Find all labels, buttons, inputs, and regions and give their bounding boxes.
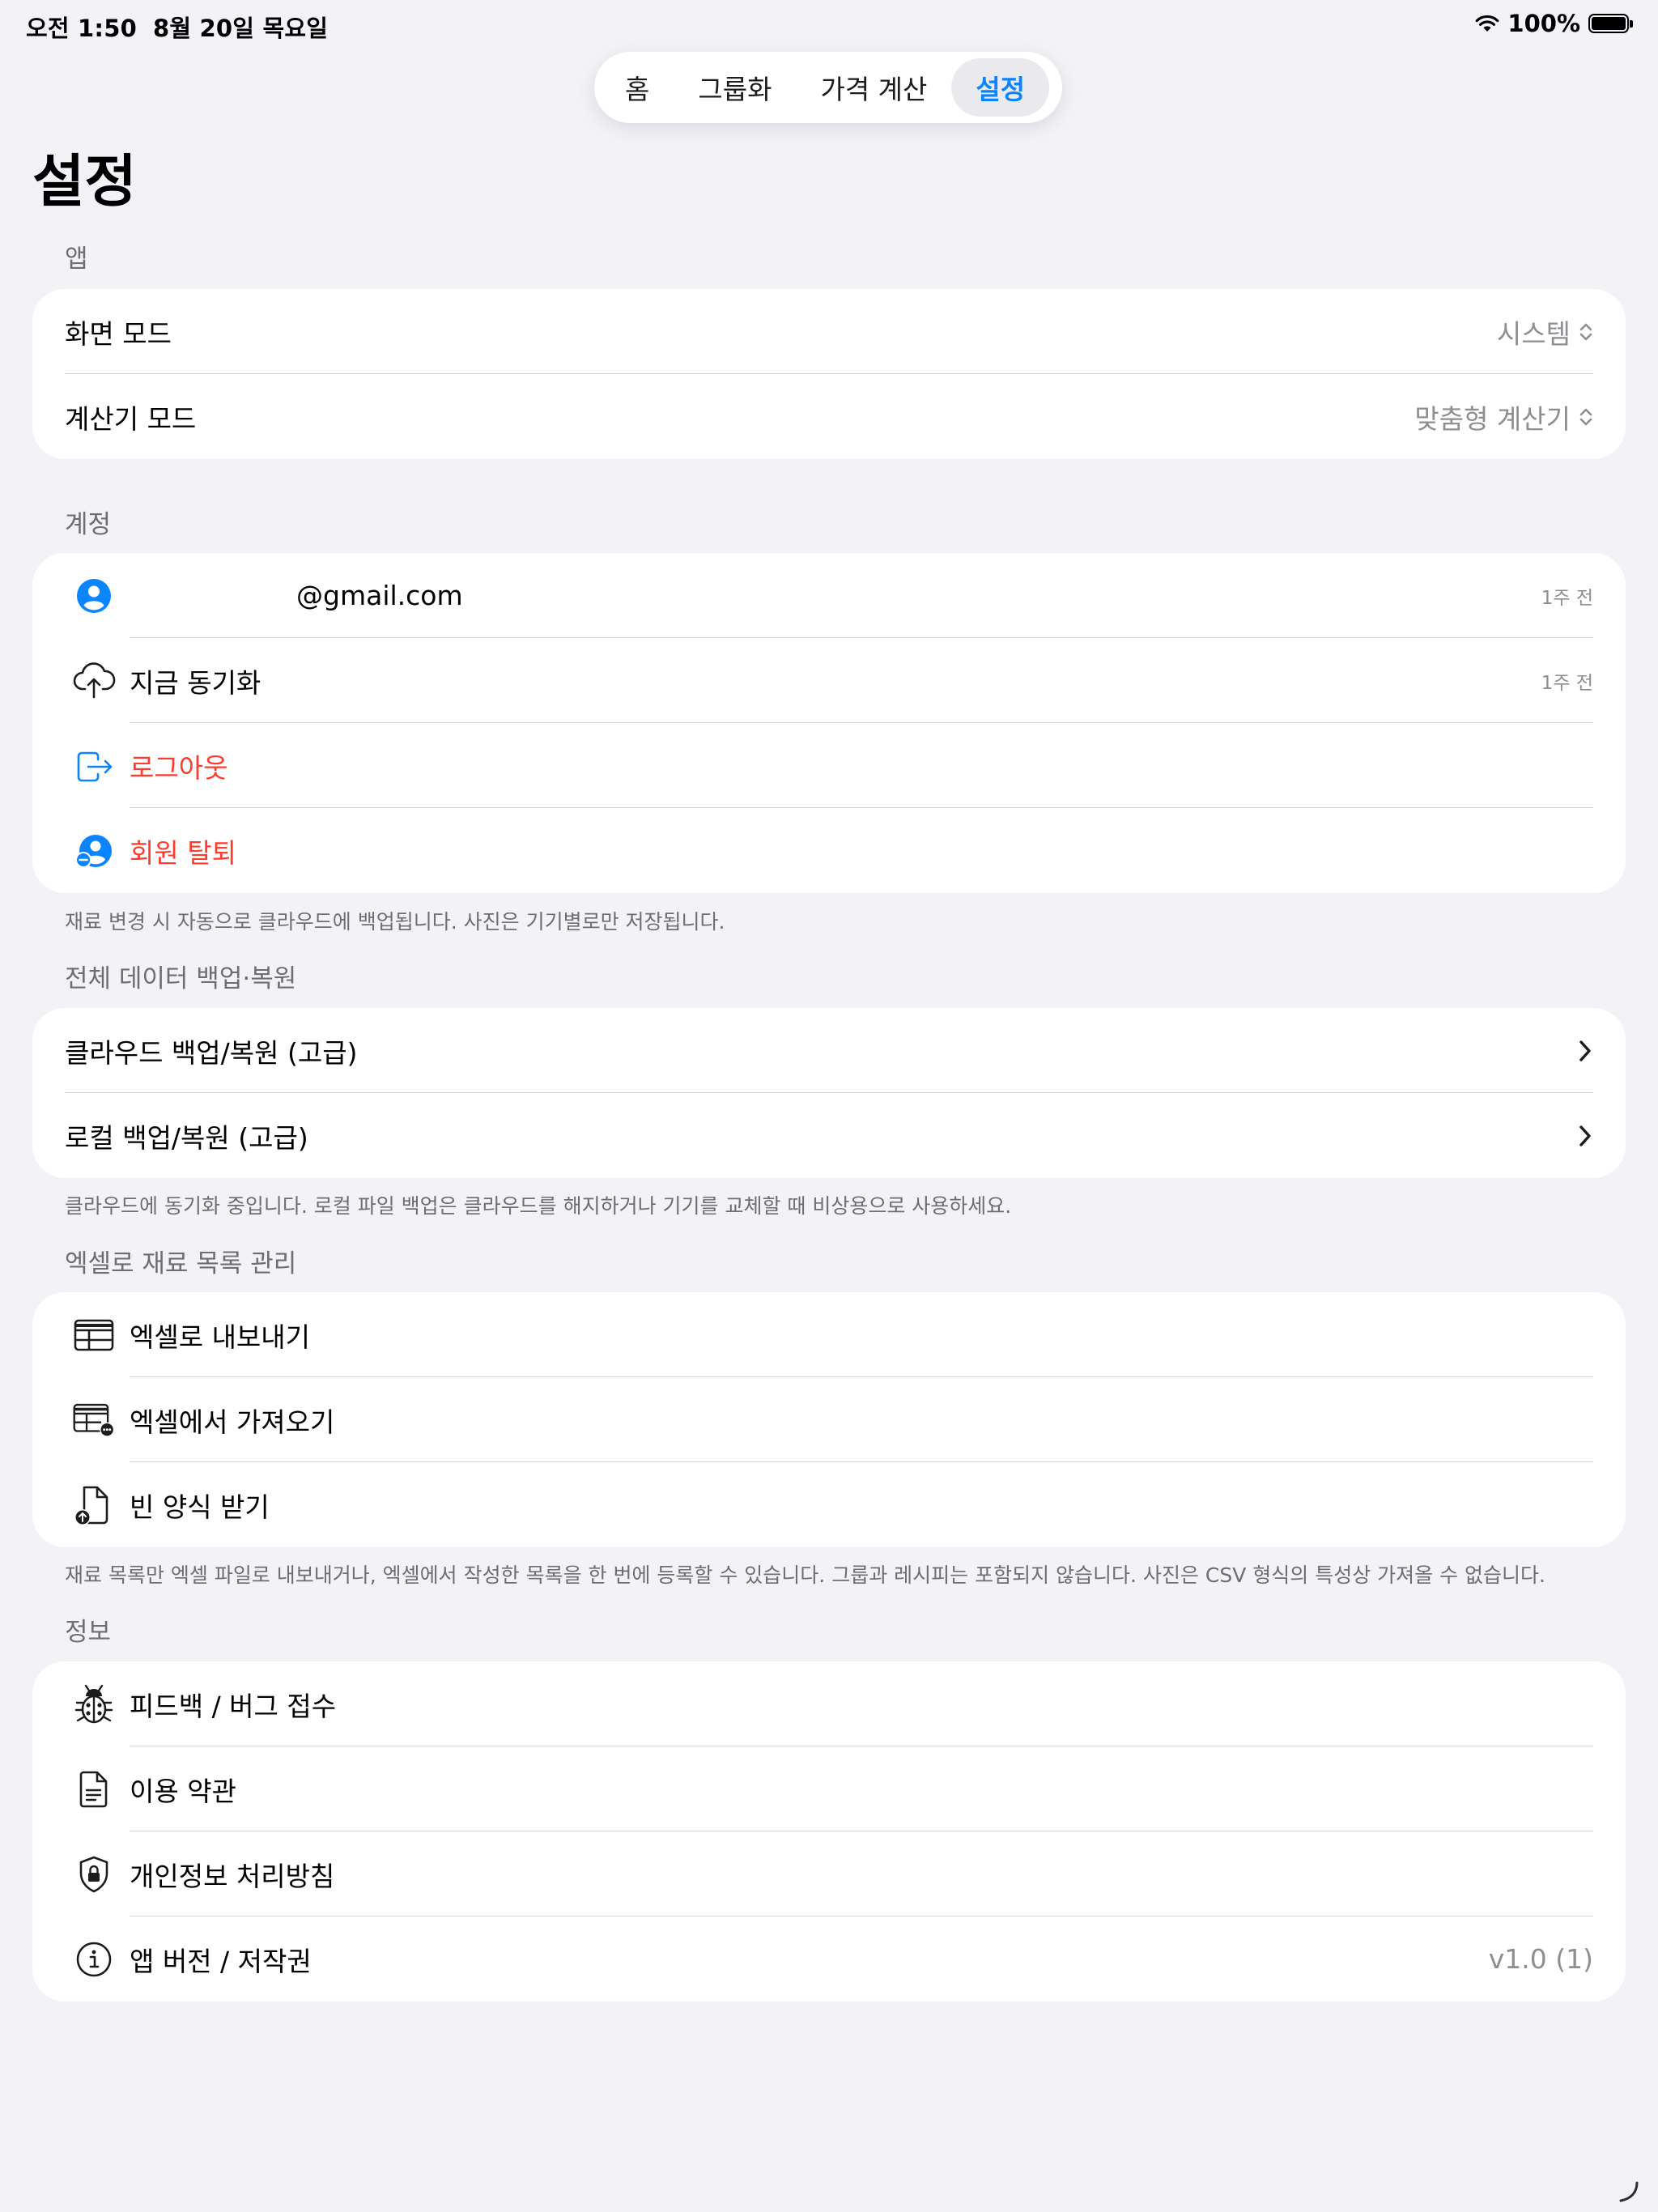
display-mode-value: 시스템 xyxy=(1496,317,1571,350)
sync-now-label: 지금 동기화 xyxy=(130,666,261,699)
table-import-icon xyxy=(72,1398,116,1442)
cloud-backup-label: 클라우드 백업/복원 (고급) xyxy=(65,1036,358,1069)
display-mode-picker[interactable]: 시스템 xyxy=(1497,313,1593,351)
document-icon xyxy=(72,1767,116,1811)
calculator-mode-picker[interactable]: 맞춤형 계산기 xyxy=(1414,398,1593,436)
blank-template-row[interactable]: 빈 양식 받기 xyxy=(32,1462,1626,1547)
status-time: 오전 1:50 xyxy=(26,15,137,42)
lock-shield-icon xyxy=(72,1853,116,1896)
delete-account-row[interactable]: 회원 탈퇴 xyxy=(32,808,1626,893)
app-settings-card: 화면 모드 시스템 계산기 모드 맞춤형 계산기 xyxy=(32,289,1626,459)
import-excel-label: 엑셀에서 가져오기 xyxy=(130,1406,335,1438)
resize-handle-icon[interactable] xyxy=(1616,2180,1640,2204)
account-footer-note: 재료 변경 시 자동으로 클라우드에 백업됩니다. 사진은 기기별로만 저장됩니… xyxy=(65,910,725,934)
page-title: 설정 xyxy=(32,148,137,215)
app-version-value: v1.0 (1) xyxy=(1488,1943,1593,1975)
account-email-row[interactable]: @gmail.com 1주 전 xyxy=(32,553,1626,638)
calculator-mode-value: 맞춤형 계산기 xyxy=(1414,402,1571,435)
export-excel-label: 엑셀로 내보내기 xyxy=(130,1321,311,1353)
section-header-app: 앱 xyxy=(65,245,88,274)
chevron-right-icon xyxy=(1579,1125,1591,1146)
import-excel-row[interactable]: 엑셀에서 가져오기 xyxy=(32,1377,1626,1462)
local-backup-row[interactable]: 로컬 백업/복원 (고급) xyxy=(32,1093,1626,1178)
tab-home[interactable]: 홈 xyxy=(601,58,674,117)
tab-price-calc[interactable]: 가격 계산 xyxy=(796,58,951,117)
section-header-info: 정보 xyxy=(65,1618,112,1647)
excel-footer-note: 재료 목록만 엑셀 파일로 내보내거나, 엑셀에서 작성한 목록을 한 번에 등… xyxy=(65,1563,1545,1587)
chevron-right-icon xyxy=(1579,1040,1591,1061)
backup-footer-note: 클라우드에 동기화 중입니다. 로컬 파일 백업은 클라우드를 해지하거나 기기… xyxy=(65,1194,1012,1218)
delete-account-label: 회원 탈퇴 xyxy=(130,836,236,869)
calculator-mode-row[interactable]: 계산기 모드 맞춤형 계산기 xyxy=(32,374,1626,459)
display-mode-label: 화면 모드 xyxy=(65,317,172,350)
top-tab-bar: 홈 그룹화 가격 계산 설정 xyxy=(594,52,1062,123)
status-datetime: 오전 1:50 8월 20일 목요일 xyxy=(26,10,344,44)
logout-label: 로그아웃 xyxy=(130,751,228,784)
section-header-backup: 전체 데이터 백업·복원 xyxy=(65,964,297,993)
battery-percent: 100% xyxy=(1507,10,1580,37)
delete-account-icon xyxy=(72,829,116,873)
battery-icon xyxy=(1588,14,1633,33)
account-email: @gmail.com xyxy=(296,580,463,611)
table-icon xyxy=(72,1313,116,1357)
up-down-chevron-icon xyxy=(1579,408,1592,425)
sync-now-row[interactable]: 지금 동기화 1주 전 xyxy=(32,638,1626,723)
export-excel-row[interactable]: 엑셀로 내보내기 xyxy=(32,1292,1626,1377)
ladybug-icon xyxy=(72,1682,116,1726)
local-backup-label: 로컬 백업/복원 (고급) xyxy=(65,1121,308,1154)
status-date: 8월 20일 목요일 xyxy=(153,15,329,42)
blank-template-icon xyxy=(72,1483,116,1527)
tab-grouping[interactable]: 그룹화 xyxy=(674,58,796,117)
person-circle-icon xyxy=(72,574,116,618)
app-version-label: 앱 버전 / 저작권 xyxy=(130,1945,312,1977)
tab-settings[interactable]: 설정 xyxy=(951,58,1050,117)
app-version-row[interactable]: 앱 버전 / 저작권 v1.0 (1) xyxy=(32,1916,1626,2001)
account-card: @gmail.com 1주 전 지금 동기화 1주 전 로그아웃 회원 탈퇴 xyxy=(32,553,1626,893)
cloud-backup-row[interactable]: 클라우드 백업/복원 (고급) xyxy=(32,1008,1626,1093)
section-header-excel: 엑셀로 재료 목록 관리 xyxy=(65,1249,297,1278)
terms-row[interactable]: 이용 약관 xyxy=(32,1746,1626,1831)
blank-template-label: 빈 양식 받기 xyxy=(130,1491,270,1523)
calculator-mode-label: 계산기 모드 xyxy=(65,402,197,435)
section-header-account: 계정 xyxy=(65,510,112,539)
feedback-row[interactable]: 피드백 / 버그 접수 xyxy=(32,1661,1626,1746)
logout-icon xyxy=(72,744,116,788)
info-card: 피드백 / 버그 접수 이용 약관 개인정보 처리방침 앱 버전 / 저작권 v… xyxy=(32,1661,1626,2001)
account-last-sync: 1주 전 xyxy=(1541,587,1593,609)
cloud-upload-icon xyxy=(72,659,116,703)
privacy-row[interactable]: 개인정보 처리방침 xyxy=(32,1831,1626,1916)
excel-card: 엑셀로 내보내기 엑셀에서 가져오기 빈 양식 받기 xyxy=(32,1292,1626,1547)
display-mode-row[interactable]: 화면 모드 시스템 xyxy=(32,289,1626,374)
info-icon xyxy=(72,1938,116,1981)
terms-label: 이용 약관 xyxy=(130,1775,236,1807)
status-indicators: 100% xyxy=(1475,10,1633,37)
status-bar: 오전 1:50 8월 20일 목요일 100% xyxy=(0,0,1658,52)
backup-card: 클라우드 백업/복원 (고급) 로컬 백업/복원 (고급) xyxy=(32,1008,1626,1178)
up-down-chevron-icon xyxy=(1579,323,1592,340)
logout-row[interactable]: 로그아웃 xyxy=(32,723,1626,808)
privacy-label: 개인정보 처리방침 xyxy=(130,1860,335,1892)
sync-time: 1주 전 xyxy=(1541,672,1593,694)
wifi-icon xyxy=(1476,15,1499,32)
feedback-label: 피드백 / 버그 접수 xyxy=(130,1690,337,1722)
